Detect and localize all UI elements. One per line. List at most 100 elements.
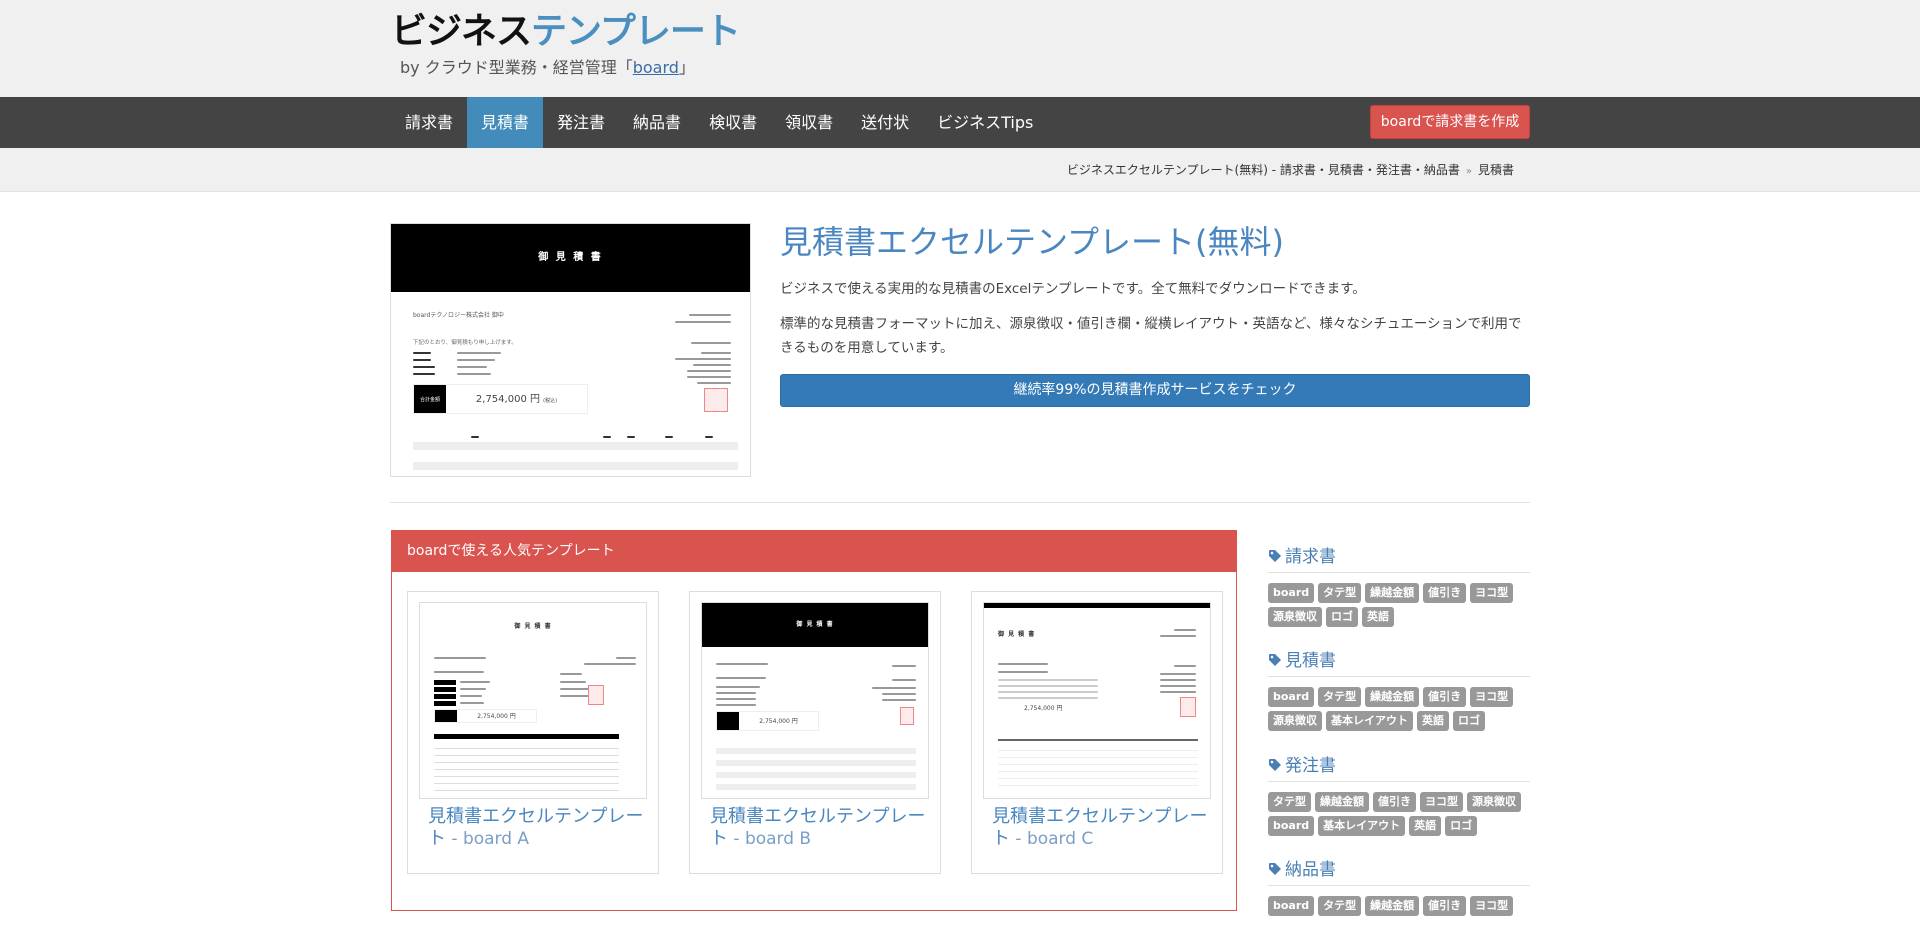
template-thumbnail[interactable]: 御 見 積 書 2,754,000 円	[701, 602, 929, 799]
tag-list: board タテ型 繰越金額 値引き ヨコ型源泉徴収 ロゴ 英語	[1268, 583, 1530, 627]
tag-badge[interactable]: 源泉徴収	[1467, 792, 1521, 812]
template-card-board-b[interactable]: 御 見 積 書 2,754,000 円 見積書エクセルテンプレート - boar…	[689, 591, 941, 874]
site-logo[interactable]: ビジネステンプレート	[391, 10, 741, 54]
main-nav: 請求書 見積書 発注書 納品書 検収書 領収書 送付状 ビジネスTips boardで請求書を…	[0, 97, 1920, 148]
tag-badge[interactable]: ロゴ	[1445, 816, 1478, 836]
invoice-total-box: 合計金額 2,754,000 円 (税込)	[413, 384, 588, 414]
nav-item-0[interactable]: 請求書	[391, 97, 467, 148]
nav-item-5[interactable]: 領収書	[771, 97, 847, 148]
nav-item-4[interactable]: 検収書	[695, 97, 771, 148]
breadcrumb-bar: ビジネスエクセルテンプレート(無料) - 請求書・見積書・発注書・納品書 » 見積書	[0, 148, 1920, 192]
invoice-title-band: 御 見 積 書	[391, 224, 750, 292]
tag-badge[interactable]: 英語	[1417, 711, 1449, 731]
sidebar-section-heading[interactable]: 納品書	[1268, 850, 1530, 886]
tag-badge[interactable]: ヨコ型	[1470, 896, 1514, 916]
breadcrumb: ビジネスエクセルテンプレート(無料) - 請求書・見積書・発注書・納品書 » 見積書	[1067, 148, 1514, 194]
sidebar-section-title: 納品書	[1285, 860, 1336, 880]
logo-text-template: テンプレート	[531, 11, 741, 52]
template-card-title[interactable]: 見積書エクセルテンプレート - board B	[710, 806, 930, 850]
page-title: 見積書エクセルテンプレート(無料)	[780, 223, 1285, 261]
tag-list: タテ型 繰越金額 値引き ヨコ型 源泉徴収 board 基本レイアウト 英語 ロゴ	[1268, 792, 1530, 836]
hero-estimate-image: 御 見 積 書 boardテクノロジー株式会社 御中 下記のとおり、御見積もり申…	[390, 223, 751, 477]
thumb-doc-title: 御 見 積 書	[998, 631, 1036, 638]
tag-badge[interactable]: ロゴ	[1326, 607, 1358, 627]
template-thumbnail[interactable]: 御 見 積 書 2,754,000 円	[419, 602, 647, 799]
tag-icon	[1268, 757, 1282, 771]
template-card-board-c[interactable]: 御 見 積 書 2,754,000 円 見積書エクセルテンプレート - boar…	[971, 591, 1223, 874]
nav-items: 請求書 見積書 発注書 納品書 検収書 領収書 送付状 ビジネスTips	[391, 97, 1047, 148]
template-thumbnail[interactable]: 御 見 積 書 2,754,000 円	[983, 602, 1211, 799]
tag-badge[interactable]: 値引き	[1423, 896, 1467, 916]
nav-item-3[interactable]: 納品書	[619, 97, 695, 148]
sidebar-section-heading[interactable]: 見積書	[1268, 641, 1530, 677]
thumb-amount: 2,754,000 円	[759, 718, 798, 725]
breadcrumb-current: 見積書	[1477, 163, 1514, 177]
total-amount: 2,754,000 円 (税込)	[475, 394, 558, 405]
tag-badge[interactable]: board	[1268, 896, 1315, 916]
tag-badge[interactable]: ヨコ型	[1470, 583, 1514, 603]
tag-badge[interactable]: 源泉徴収	[1268, 711, 1322, 731]
tag-list: board タテ型 繰越金額 値引き ヨコ型源泉徴収 基本レイアウト 英語 ロゴ	[1268, 687, 1530, 731]
site-tagline: by クラウド型業務・経営管理「board」	[400, 57, 695, 79]
tag-badge[interactable]: タテ型	[1318, 687, 1362, 707]
template-card-title[interactable]: 見積書エクセルテンプレート - board C	[992, 806, 1212, 850]
tag-badge[interactable]: 基本レイアウト	[1326, 711, 1413, 731]
section-divider	[390, 502, 1530, 503]
tag-badge[interactable]: board	[1268, 687, 1315, 707]
tag-badge[interactable]: 値引き	[1423, 687, 1467, 707]
company-seal	[704, 388, 728, 412]
sidebar-section-title: 見積書	[1285, 651, 1336, 671]
board-link[interactable]: board	[633, 58, 679, 77]
tag-badge[interactable]: 値引き	[1423, 583, 1467, 603]
popular-templates-heading: boardで使える人気テンプレート	[392, 531, 1236, 572]
tag-badge[interactable]: ロゴ	[1453, 711, 1485, 731]
thumb-doc-title: 御 見 積 書	[514, 623, 552, 630]
tag-badge[interactable]: ヨコ型	[1420, 792, 1463, 812]
total-label: 合計金額	[414, 385, 446, 413]
hero-description-2: 標準的な見積書フォーマットに加え、源泉徴収・値引き欄・縦横レイアウト・英語など、…	[780, 316, 1522, 356]
tag-badge[interactable]: board	[1268, 816, 1315, 836]
sidebar-section-title: 請求書	[1285, 547, 1336, 567]
tag-icon	[1268, 548, 1282, 562]
tag-badge[interactable]: タテ型	[1318, 583, 1362, 603]
tag-badge[interactable]: ヨコ型	[1470, 687, 1514, 707]
tag-icon	[1268, 861, 1282, 875]
tag-badge[interactable]: 繰越金額	[1365, 687, 1420, 707]
tagline-suffix: 」	[678, 58, 695, 77]
tag-list: board タテ型 繰越金額 値引き ヨコ型	[1268, 896, 1530, 916]
invoice-intro: 下記のとおり、御見積もり申し上げます。	[413, 340, 517, 346]
template-card-title[interactable]: 見積書エクセルテンプレート - board A	[428, 806, 648, 850]
invoice-client: boardテクノロジー株式会社 御中	[413, 312, 504, 319]
thumb-amount: 2,754,000 円	[477, 713, 516, 720]
nav-item-7[interactable]: ビジネスTips	[923, 97, 1047, 148]
sidebar-section-1: 見積書 board タテ型 繰越金額 値引き ヨコ型源泉徴収 基本レイアウト 英語 ロゴ	[1268, 641, 1530, 731]
tag-badge[interactable]: タテ型	[1268, 792, 1311, 812]
tag-badge[interactable]: 繰越金額	[1315, 792, 1369, 812]
sidebar-section-0: 請求書 board タテ型 繰越金額 値引き ヨコ型源泉徴収 ロゴ 英語	[1268, 537, 1530, 627]
breadcrumb-home[interactable]: ビジネスエクセルテンプレート(無料) - 請求書・見積書・発注書・納品書	[1067, 163, 1460, 177]
tag-badge[interactable]: 繰越金額	[1365, 896, 1420, 916]
tag-badge[interactable]: 値引き	[1373, 792, 1416, 812]
logo-text-business: ビジネス	[391, 11, 532, 52]
sidebar-section-heading[interactable]: 請求書	[1268, 537, 1530, 573]
sidebar-section-title: 発注書	[1285, 756, 1336, 776]
site-header: ビジネステンプレート by クラウド型業務・経営管理「board」	[0, 0, 1920, 97]
tag-badge[interactable]: タテ型	[1318, 896, 1362, 916]
tag-badge[interactable]: 英語	[1362, 607, 1394, 627]
tagline-prefix: by クラウド型業務・経営管理「	[400, 58, 633, 77]
thumb-amount: 2,754,000 円	[1024, 705, 1063, 712]
breadcrumb-separator: »	[1465, 166, 1472, 177]
sidebar-section-heading[interactable]: 発注書	[1268, 746, 1530, 782]
tag-badge[interactable]: board	[1268, 583, 1315, 603]
tag-badge[interactable]: 英語	[1409, 816, 1442, 836]
tag-badge[interactable]: 基本レイアウト	[1318, 816, 1406, 836]
nav-item-1[interactable]: 見積書	[467, 97, 544, 148]
tag-badge[interactable]: 源泉徴収	[1268, 607, 1322, 627]
create-invoice-button[interactable]: boardで請求書を作成	[1370, 105, 1530, 139]
template-card-board-a[interactable]: 御 見 積 書 2,754,000 円 見積書エクセルテンプレート - boar…	[407, 591, 659, 874]
nav-item-2[interactable]: 発注書	[543, 97, 619, 148]
tag-badge[interactable]: 繰越金額	[1365, 583, 1420, 603]
nav-item-6[interactable]: 送付状	[847, 97, 923, 148]
check-estimate-service-button[interactable]: 継続率99%の見積書作成サービスをチェック	[780, 374, 1530, 407]
invoice-mockup: 御 見 積 書 boardテクノロジー株式会社 御中 下記のとおり、御見積もり申…	[391, 224, 750, 476]
